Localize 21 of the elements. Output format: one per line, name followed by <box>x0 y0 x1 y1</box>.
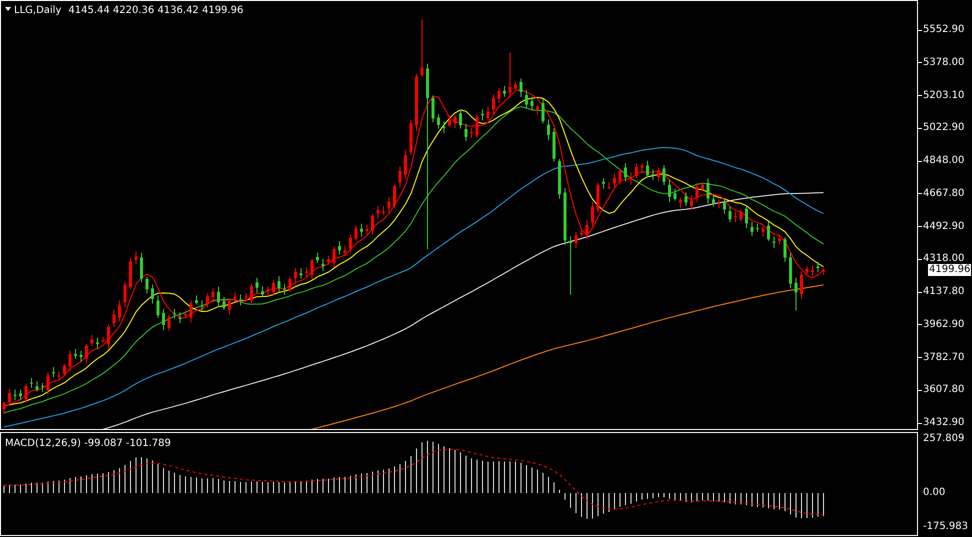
price-axis-label: 3607.80 <box>923 384 964 396</box>
price-axis-label: 4667.80 <box>923 188 964 200</box>
macd-title: MACD(12,26,9) -99.087 -101.789 <box>5 437 171 451</box>
price-axis-label: 3432.90 <box>923 417 964 429</box>
price-axis-label: 4137.80 <box>923 286 964 298</box>
price-axis-label: 5552.90 <box>923 24 964 36</box>
price-axis-label: 3782.70 <box>923 352 964 364</box>
price-axis-label: 3962.90 <box>923 318 964 331</box>
price-axis-label: 4492.90 <box>923 220 964 232</box>
price-axis-label: 4848.00 <box>923 155 964 167</box>
dropdown-triangle-icon[interactable] <box>5 7 11 11</box>
macd-axis-label: 0.00 <box>923 487 946 499</box>
price-axis-label: 5022.90 <box>923 122 964 134</box>
macd-axis-label: -175.983 <box>923 521 968 533</box>
price-axis-label: 5203.10 <box>923 90 964 102</box>
macd-axis-label: 257.809 <box>923 433 964 445</box>
symbol-label: LLG,Daily <box>14 4 62 18</box>
price-axis-label: 5378.00 <box>923 56 964 69</box>
current-price-label: 4199.96 <box>928 264 972 276</box>
price-axis-label: 4318.00 <box>923 253 964 264</box>
ohlc-values: 4145.44 4220.36 4136.42 4199.96 <box>68 4 244 18</box>
